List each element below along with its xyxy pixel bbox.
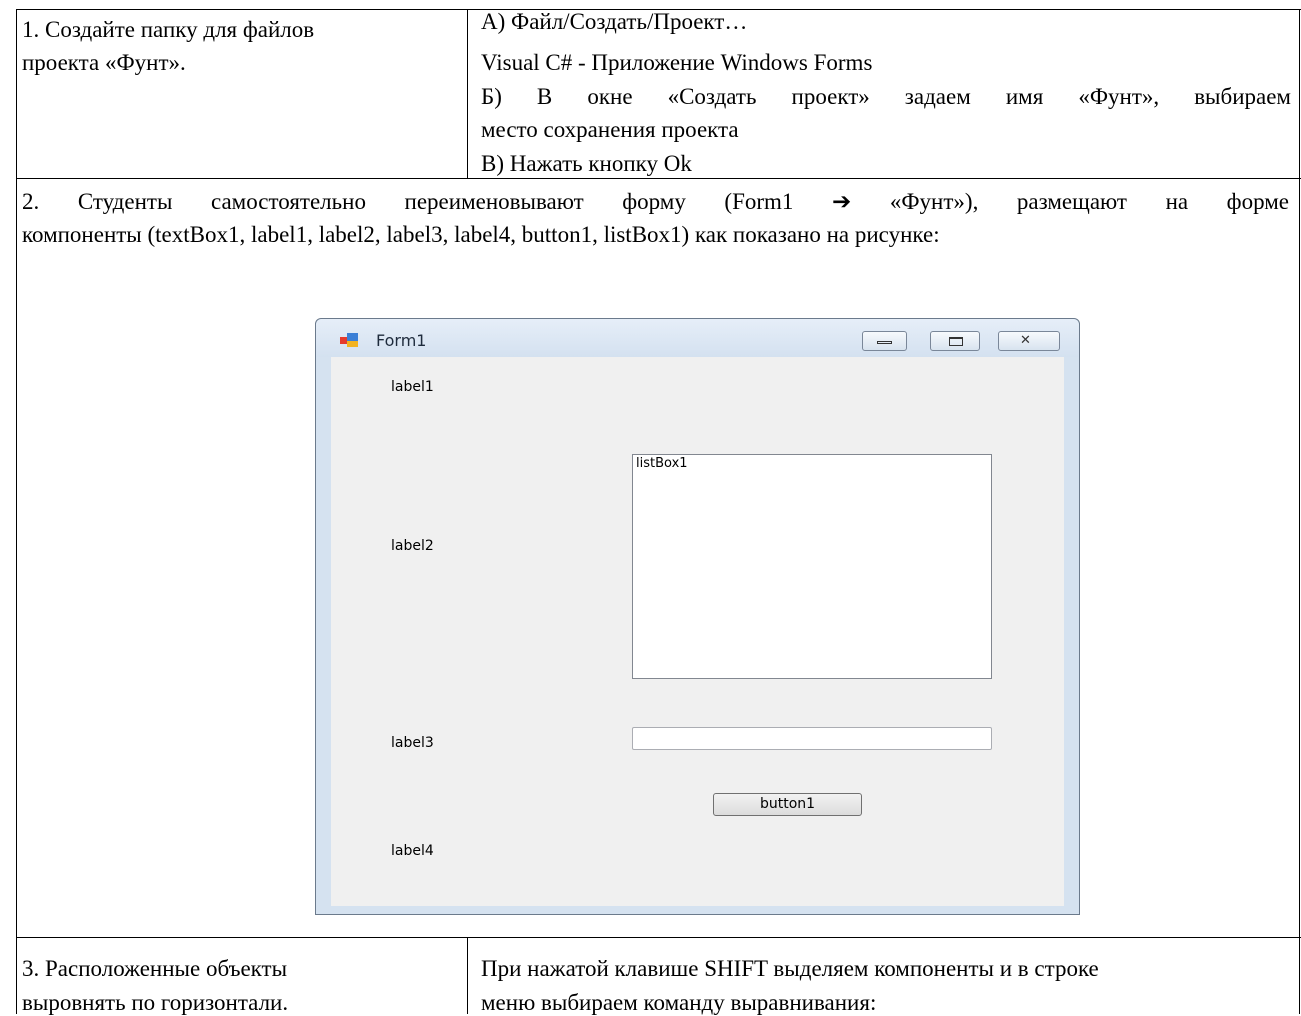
row1-divider: [16, 178, 1301, 179]
row3-right-line2: меню выбираем команду выравнивания:: [481, 990, 877, 1015]
maximize-button[interactable]: [930, 331, 980, 351]
close-button[interactable]: ✕: [998, 331, 1060, 351]
row2-line2: компоненты (textBox1, label1, label2, la…: [22, 222, 940, 247]
row3-left-line1: 3. Расположенные объекты: [22, 956, 288, 981]
label3: label3: [391, 735, 434, 751]
maximize-icon: [949, 337, 963, 346]
form-app-icon: [340, 333, 358, 347]
row2-line1: 2. Студенты самостоятельно переименовыва…: [22, 189, 1289, 214]
row2-divider: [16, 937, 1301, 938]
row3-right-line1: При нажатой клавише SHIFT выделяем компо…: [481, 956, 1099, 981]
minimize-icon: [877, 341, 892, 344]
button1-label: button1: [759, 796, 816, 812]
label4: label4: [391, 843, 434, 859]
col-divider-row3: [467, 937, 468, 1014]
label2: label2: [391, 538, 434, 554]
table-border-left: [16, 9, 17, 1014]
row1-left-line1: 1. Создайте папку для файлов: [22, 17, 315, 42]
label1: label1: [391, 379, 434, 395]
col-divider-row1: [467, 9, 468, 179]
button1[interactable]: button1: [713, 793, 862, 816]
close-icon: ✕: [1020, 333, 1031, 348]
table-border-right: [1299, 9, 1300, 1014]
step-a-detail: Visual C# - Приложение Windows Forms: [481, 50, 873, 75]
step-b-cont: место сохранения проекта: [481, 117, 739, 142]
step-b: Б) В окне «Создать проект» задаем имя «Ф…: [481, 84, 1291, 109]
minimize-button[interactable]: [862, 331, 907, 351]
listbox1[interactable]: listBox1: [632, 454, 992, 679]
form-title: Form1: [376, 331, 427, 350]
row1-left-line2: проекта «Фунт».: [22, 50, 186, 75]
step-c: В) Нажать кнопку Ok: [481, 151, 692, 176]
form-titlebar: Form1 ✕: [316, 319, 1079, 357]
form-window-screenshot: Form1 ✕ label1 label2 label3 label4 list…: [315, 318, 1080, 915]
textbox1[interactable]: [632, 727, 992, 750]
step-a: А) Файл/Создать/Проект…: [481, 9, 748, 34]
listbox-item: listBox1: [636, 456, 688, 471]
form-client-area: label1 label2 label3 label4 listBox1 but…: [331, 357, 1064, 906]
row3-left-line2: выровнять по горизонтали.: [22, 990, 289, 1015]
